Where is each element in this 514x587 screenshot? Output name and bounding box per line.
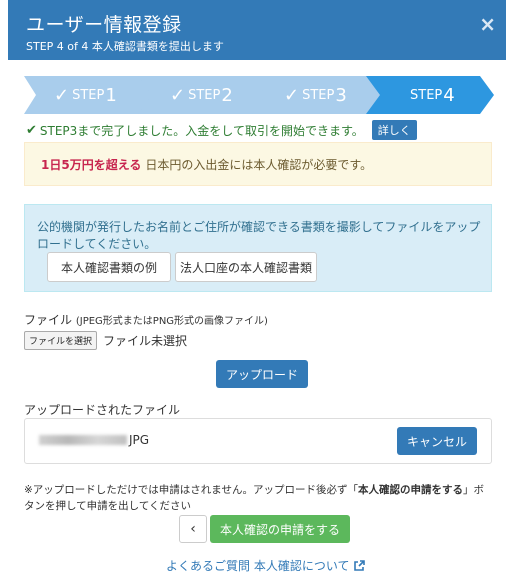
check-icon: ✓ — [284, 84, 300, 106]
application-note: ※アップロードしただけでは申請はされません。アップロード後必ず「本人確認の申請を… — [24, 482, 494, 514]
note-bold: 本人確認の申請をする — [357, 484, 463, 496]
check-icon: ✓ — [54, 84, 70, 106]
warning-emphasis: 1日5万円を超える — [41, 157, 142, 172]
step-2-number: 2 — [221, 84, 233, 106]
upload-button[interactable]: アップロード — [216, 360, 308, 388]
step-3-prefix: STEP — [302, 87, 335, 103]
modal-header: ユーザー情報登録 STEP 4 of 4 本人確認書類を提出します × — [8, 0, 506, 60]
step-4: STEP 4 — [366, 76, 494, 114]
registration-modal: ユーザー情報登録 STEP 4 of 4 本人確認書類を提出します × ✓ ST… — [8, 0, 506, 587]
check-icon: ✔ — [26, 122, 37, 138]
blurred-filename — [39, 435, 127, 445]
step-1-number: 1 — [105, 84, 117, 106]
step-1: ✓ STEP 1 — [24, 76, 156, 114]
check-icon: ✓ — [170, 84, 186, 106]
document-info-panel: 公的機関が発行したお名前とご住所が確認できる書類を撮影してファイルをアップロード… — [24, 204, 492, 292]
file-format-hint: (JPEG形式またはPNG形式の画像ファイル) — [75, 316, 268, 327]
uploaded-file-item: JPG キャンセル — [24, 418, 492, 464]
external-link-icon — [354, 559, 366, 571]
uploaded-filename: JPG — [39, 433, 149, 447]
uploaded-files-label: アップロードされたファイル — [24, 403, 181, 417]
completion-text: STEP3まで完了しました。入金をして取引を開始できます。 — [39, 123, 364, 138]
step-progress: ✓ STEP 1 ✓ STEP 2 ✓ STEP 3 STEP 4 — [24, 76, 494, 114]
file-label: ファイル (JPEG形式またはPNG形式の画像ファイル) — [24, 311, 268, 328]
note-part1: ※アップロードしただけでは申請はされません。アップロード後必ず「 — [24, 484, 358, 496]
step-2: ✓ STEP 2 — [138, 76, 270, 114]
file-label-text: ファイル — [24, 313, 73, 327]
info-text: 公的機関が発行したお名前とご住所が確認できる書類を撮影してファイルをアップロード… — [37, 220, 481, 251]
filename-extension: JPG — [129, 433, 150, 447]
faq-link-text: よくあるご質問 本人確認について — [166, 559, 350, 573]
cancel-upload-button[interactable]: キャンセル — [397, 427, 477, 455]
document-example-button[interactable]: 本人確認書類の例 — [47, 252, 171, 282]
choose-file-button[interactable]: ファイルを選択 — [24, 331, 98, 350]
file-picker: ファイルを選択 ファイル未選択 — [24, 331, 187, 350]
step-3: ✓ STEP 3 — [252, 76, 384, 114]
step-1-prefix: STEP — [72, 87, 105, 103]
faq-link[interactable]: よくあるご質問 本人確認について — [166, 557, 366, 574]
warning-text: 日本円の入出金には本人確認が必要です。 — [145, 157, 373, 172]
back-button[interactable]: ‹ — [179, 515, 207, 543]
no-file-text: ファイル未選択 — [103, 334, 188, 348]
submit-verification-button[interactable]: 本人確認の申請をする — [210, 515, 350, 543]
step-4-number: 4 — [443, 84, 455, 106]
modal-title: ユーザー情報登録 — [26, 14, 182, 36]
step-4-prefix: STEP — [410, 87, 443, 103]
chevron-left-icon: ‹ — [190, 521, 196, 537]
completion-status: ✔ STEP3まで完了しました。入金をして取引を開始できます。 詳しく — [26, 120, 417, 140]
step-3-number: 3 — [335, 84, 347, 106]
step-2-prefix: STEP — [188, 87, 221, 103]
limit-warning: 1日5万円を超える 日本円の入出金には本人確認が必要です。 — [24, 142, 492, 186]
details-button[interactable]: 詳しく — [371, 120, 417, 140]
modal-subtitle: STEP 4 of 4 本人確認書類を提出します — [26, 40, 224, 53]
close-icon[interactable]: × — [479, 12, 496, 36]
corporate-documents-button[interactable]: 法人口座の本人確認書類 — [175, 252, 317, 282]
